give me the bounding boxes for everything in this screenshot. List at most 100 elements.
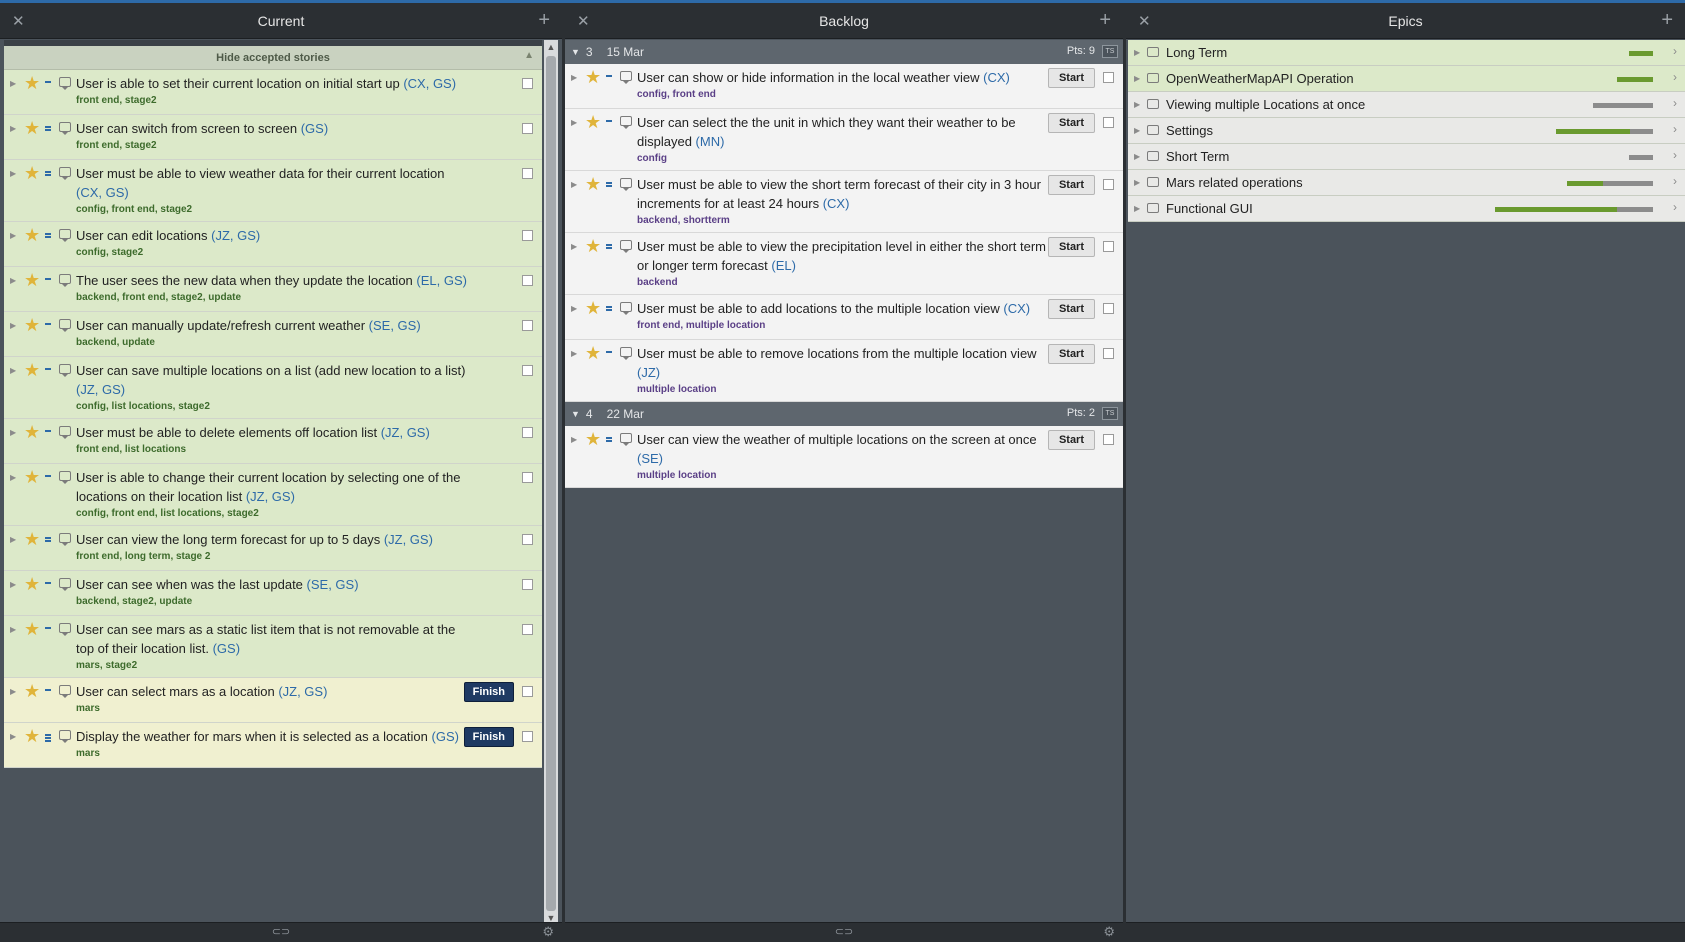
story-owners[interactable]: (CX, GS) [403,76,456,91]
story-row[interactable]: ▶ ★ User must be able to delete elements o… [4,419,542,464]
start-button[interactable]: Start [1047,430,1095,450]
chevron-right-icon[interactable]: › [1673,70,1677,84]
close-icon[interactable]: ✕ [1138,12,1151,30]
chevron-right-icon[interactable]: › [1673,148,1677,162]
start-button[interactable]: Start [1047,175,1095,195]
expand-triangle-icon[interactable]: ▶ [571,349,577,358]
comment-icon[interactable] [1147,151,1159,161]
expand-triangle-icon[interactable]: ▶ [10,276,16,285]
estimate-icon[interactable] [45,627,51,629]
star-icon[interactable]: ★ [24,315,40,335]
story-row[interactable]: ▶ ★ User must be able to remove locations … [565,340,1123,402]
select-checkbox[interactable] [1103,348,1114,359]
epic-row[interactable]: ▶ Settings › [1128,118,1685,144]
estimate-icon[interactable] [45,734,51,742]
story-owners[interactable]: (CX, GS) [76,185,129,200]
story-labels[interactable]: config, front end [637,88,1053,102]
estimate-icon[interactable] [606,75,612,77]
star-icon[interactable]: ★ [24,118,40,138]
estimate-icon[interactable] [606,437,612,442]
story-labels[interactable]: front end, stage2 [76,139,472,153]
current-scrollbar[interactable]: ▲ ▼ [544,40,558,925]
story-row[interactable]: ▶ ★ User must be able to view the short te… [565,171,1123,233]
collapse-triangle-icon[interactable]: ▼ [571,409,580,419]
story-row[interactable]: ▶ ★ User is able to change their current l… [4,464,542,526]
story-row[interactable]: ▶ ★ User can see when was the last update … [4,571,542,616]
expand-triangle-icon[interactable]: ▶ [10,79,16,88]
expand-triangle-icon[interactable]: ▶ [1134,178,1140,187]
story-row[interactable]: ▶ ★ User can switch from screen to screen … [4,115,542,160]
select-checkbox[interactable] [1103,303,1114,314]
story-owners[interactable]: (JZ, GS) [76,382,125,397]
comment-icon[interactable] [620,433,632,446]
finish-button[interactable]: Finish [463,682,514,702]
story-row[interactable]: ▶ ★ The user sees the new data when they u… [4,267,542,312]
star-icon[interactable]: ★ [24,163,40,183]
link-icon[interactable]: ⊂⊃ [835,925,853,938]
story-labels[interactable]: front end, multiple location [637,319,1053,333]
estimate-icon[interactable] [45,475,51,477]
story-owners[interactable]: (GS) [213,641,240,656]
select-checkbox[interactable] [522,472,533,483]
expand-triangle-icon[interactable]: ▶ [571,242,577,251]
star-icon[interactable]: ★ [24,529,40,549]
expand-triangle-icon[interactable]: ▶ [10,580,16,589]
add-epic-button[interactable]: + [1661,9,1673,32]
select-checkbox[interactable] [1103,241,1114,252]
comment-icon[interactable] [59,319,71,332]
select-checkbox[interactable] [1103,117,1114,128]
comment-icon[interactable] [620,240,632,253]
estimate-icon[interactable] [606,120,612,122]
select-checkbox[interactable] [522,78,533,89]
comment-icon[interactable] [59,623,71,636]
story-owners[interactable]: (SE) [637,451,663,466]
expand-triangle-icon[interactable]: ▶ [10,231,16,240]
story-labels[interactable]: backend [637,276,1053,290]
link-icon[interactable]: ⊂⊃ [272,925,290,938]
estimate-icon[interactable] [45,81,51,83]
start-button[interactable]: Start [1047,299,1095,319]
story-labels[interactable]: front end, long term, stage 2 [76,550,472,564]
collapse-triangle-icon[interactable]: ▼ [571,47,580,57]
story-row[interactable]: ▶ ★ User is able to set their current loca… [4,70,542,115]
select-checkbox[interactable] [522,731,533,742]
expand-triangle-icon[interactable]: ▶ [1134,100,1140,109]
expand-triangle-icon[interactable]: ▶ [571,73,577,82]
iteration-header[interactable]: ▼ 4 22 Mar Pts: 2 TS [565,402,1123,426]
scroll-thumb[interactable] [546,56,556,911]
story-owners[interactable]: (CX) [983,70,1010,85]
chevron-right-icon[interactable]: › [1673,174,1677,188]
close-icon[interactable]: ✕ [12,12,25,30]
expand-triangle-icon[interactable]: ▶ [1134,126,1140,135]
expand-triangle-icon[interactable]: ▶ [571,118,577,127]
epic-row[interactable]: ▶ OpenWeatherMapAPI Operation › [1128,66,1685,92]
epic-row[interactable]: ▶ Functional GUI › [1128,196,1685,222]
expand-triangle-icon[interactable]: ▶ [1134,152,1140,161]
story-owners[interactable]: (MN) [696,134,725,149]
story-owners[interactable]: (GS) [301,121,328,136]
chevron-right-icon[interactable]: › [1673,122,1677,136]
select-checkbox[interactable] [522,320,533,331]
epic-row[interactable]: ▶ Viewing multiple Locations at once › [1128,92,1685,118]
expand-triangle-icon[interactable]: ▶ [10,473,16,482]
comment-icon[interactable] [620,116,632,129]
star-icon[interactable]: ★ [585,236,601,256]
star-icon[interactable]: ★ [24,726,40,746]
story-labels[interactable]: mars [76,702,472,716]
story-owners[interactable]: (JZ, GS) [381,425,430,440]
comment-icon[interactable] [59,533,71,546]
story-owners[interactable]: (EL) [771,258,796,273]
start-button[interactable]: Start [1047,237,1095,257]
story-row[interactable]: ▶ ★ User can show or hide information in t… [565,64,1123,109]
star-icon[interactable]: ★ [24,73,40,93]
comment-icon[interactable] [1147,73,1159,83]
story-labels[interactable]: config, list locations, stage2 [76,400,472,414]
star-icon[interactable]: ★ [24,467,40,487]
estimate-icon[interactable] [45,171,51,176]
star-icon[interactable]: ★ [24,270,40,290]
story-labels[interactable]: config, front end, list locations, stage… [76,507,472,521]
story-row[interactable]: ▶ ★ User can see mars as a static list ite… [4,616,542,678]
star-icon[interactable]: ★ [585,67,601,87]
story-owners[interactable]: (JZ, GS) [211,228,260,243]
chevron-right-icon[interactable]: › [1673,200,1677,214]
